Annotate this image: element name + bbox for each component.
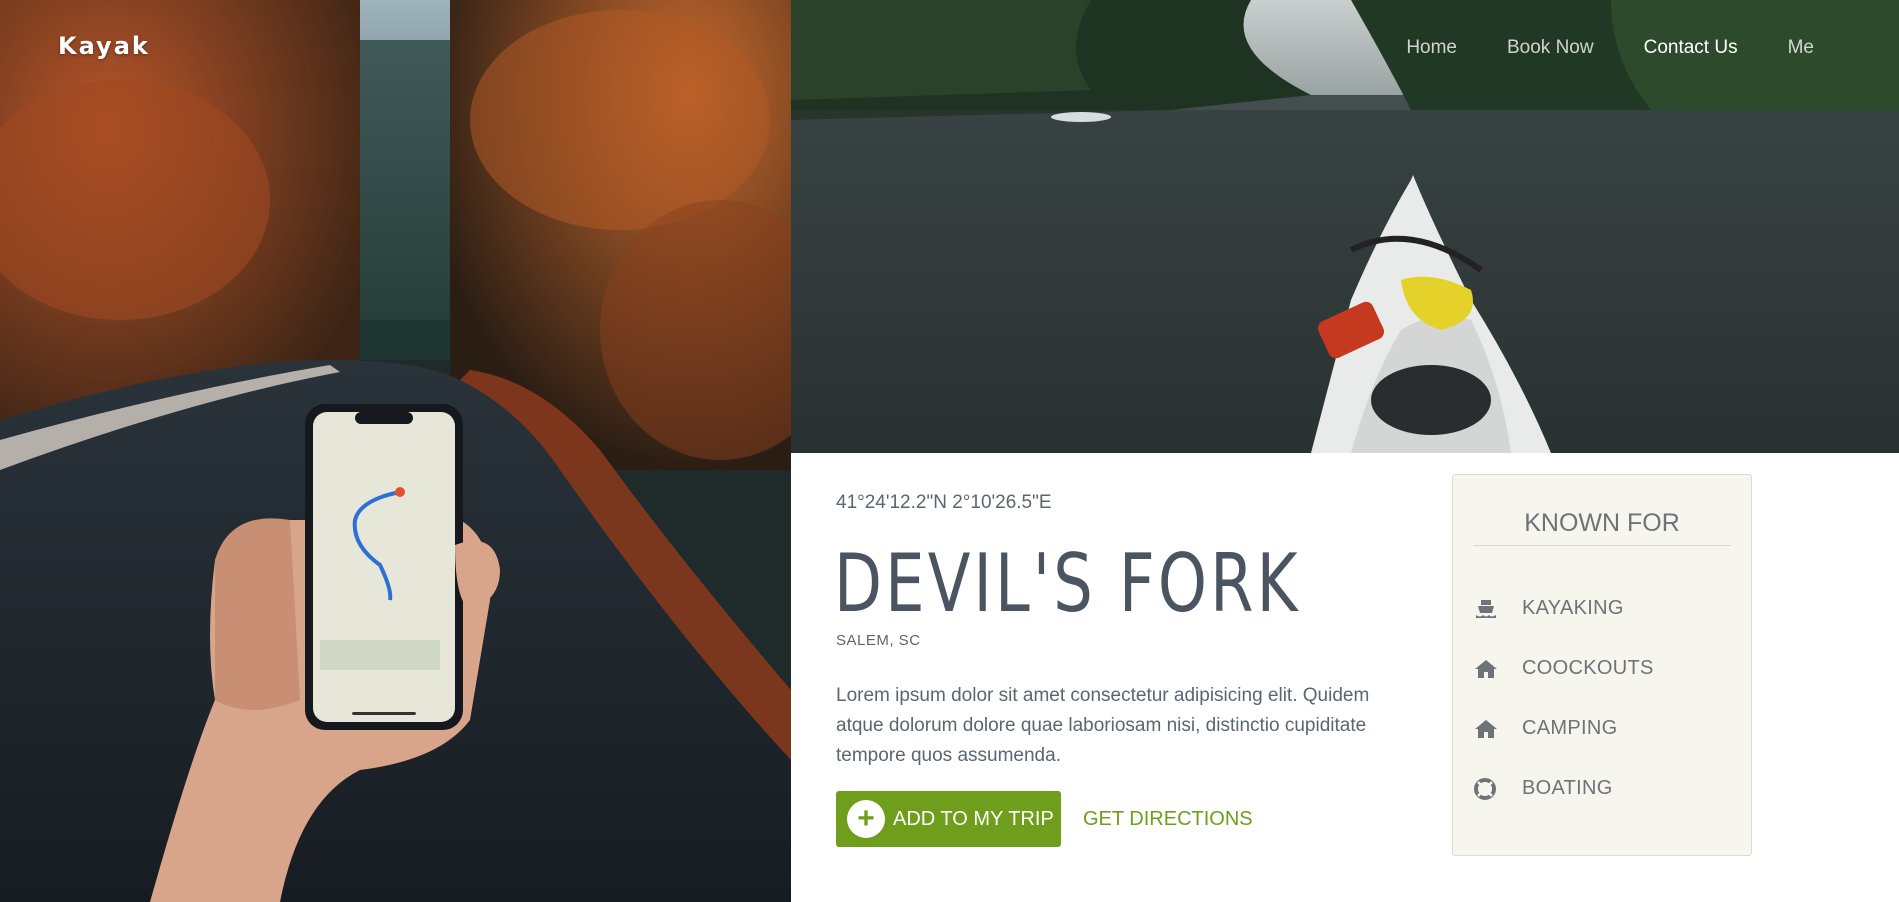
destination-location: SALEM, SC xyxy=(836,632,921,649)
nav-contact-us-link[interactable]: Contact Us xyxy=(1644,37,1738,59)
ship-icon xyxy=(1474,598,1500,620)
known-for-panel: KNOWN FOR KAYAKING COOCKOUTS CAMPING BOA… xyxy=(1452,474,1752,856)
known-for-item-kayaking: KAYAKING xyxy=(1474,597,1624,620)
known-for-label: CAMPING xyxy=(1522,717,1618,739)
known-for-item-boating: BOATING xyxy=(1474,777,1613,800)
known-for-label: COOCKOUTS xyxy=(1522,657,1654,679)
destination-description: Lorem ipsum dolor sit amet consectetur a… xyxy=(836,685,1370,766)
nav-book-now-link[interactable]: Book Now xyxy=(1507,37,1594,59)
hero-photo-kayak xyxy=(791,0,1899,453)
destination-title: DEVIL'S FORK xyxy=(834,537,1301,630)
add-to-trip-label: ADD TO MY TRIP xyxy=(893,807,1054,830)
known-for-label: KAYAKING xyxy=(1522,597,1624,619)
get-directions-link[interactable]: GET DIRECTIONS xyxy=(1083,808,1253,831)
known-for-title: KNOWN FOR xyxy=(1524,509,1680,537)
known-for-divider xyxy=(1474,545,1731,546)
add-to-trip-button[interactable]: + ADD TO MY TRIP xyxy=(836,791,1061,847)
plus-icon: + xyxy=(847,800,885,838)
known-for-item-camping: CAMPING xyxy=(1474,717,1617,740)
brand-logo[interactable]: Kayak xyxy=(58,32,150,60)
life-ring-icon xyxy=(1474,777,1500,800)
destination-coordinates: 41°24'12.2"N 2°10'26.5"E xyxy=(836,492,1052,513)
nav-home-link[interactable]: Home xyxy=(1406,37,1457,59)
home-icon xyxy=(1474,658,1500,680)
nav-me-link[interactable]: Me xyxy=(1788,37,1814,59)
home-icon xyxy=(1474,718,1500,740)
known-for-item-cookouts: COOCKOUTS xyxy=(1474,657,1654,680)
known-for-label: BOATING xyxy=(1522,777,1613,799)
main-nav: Home Book Now Contact Us Me xyxy=(1406,37,1814,59)
hero-photo-phone-map xyxy=(0,0,791,902)
